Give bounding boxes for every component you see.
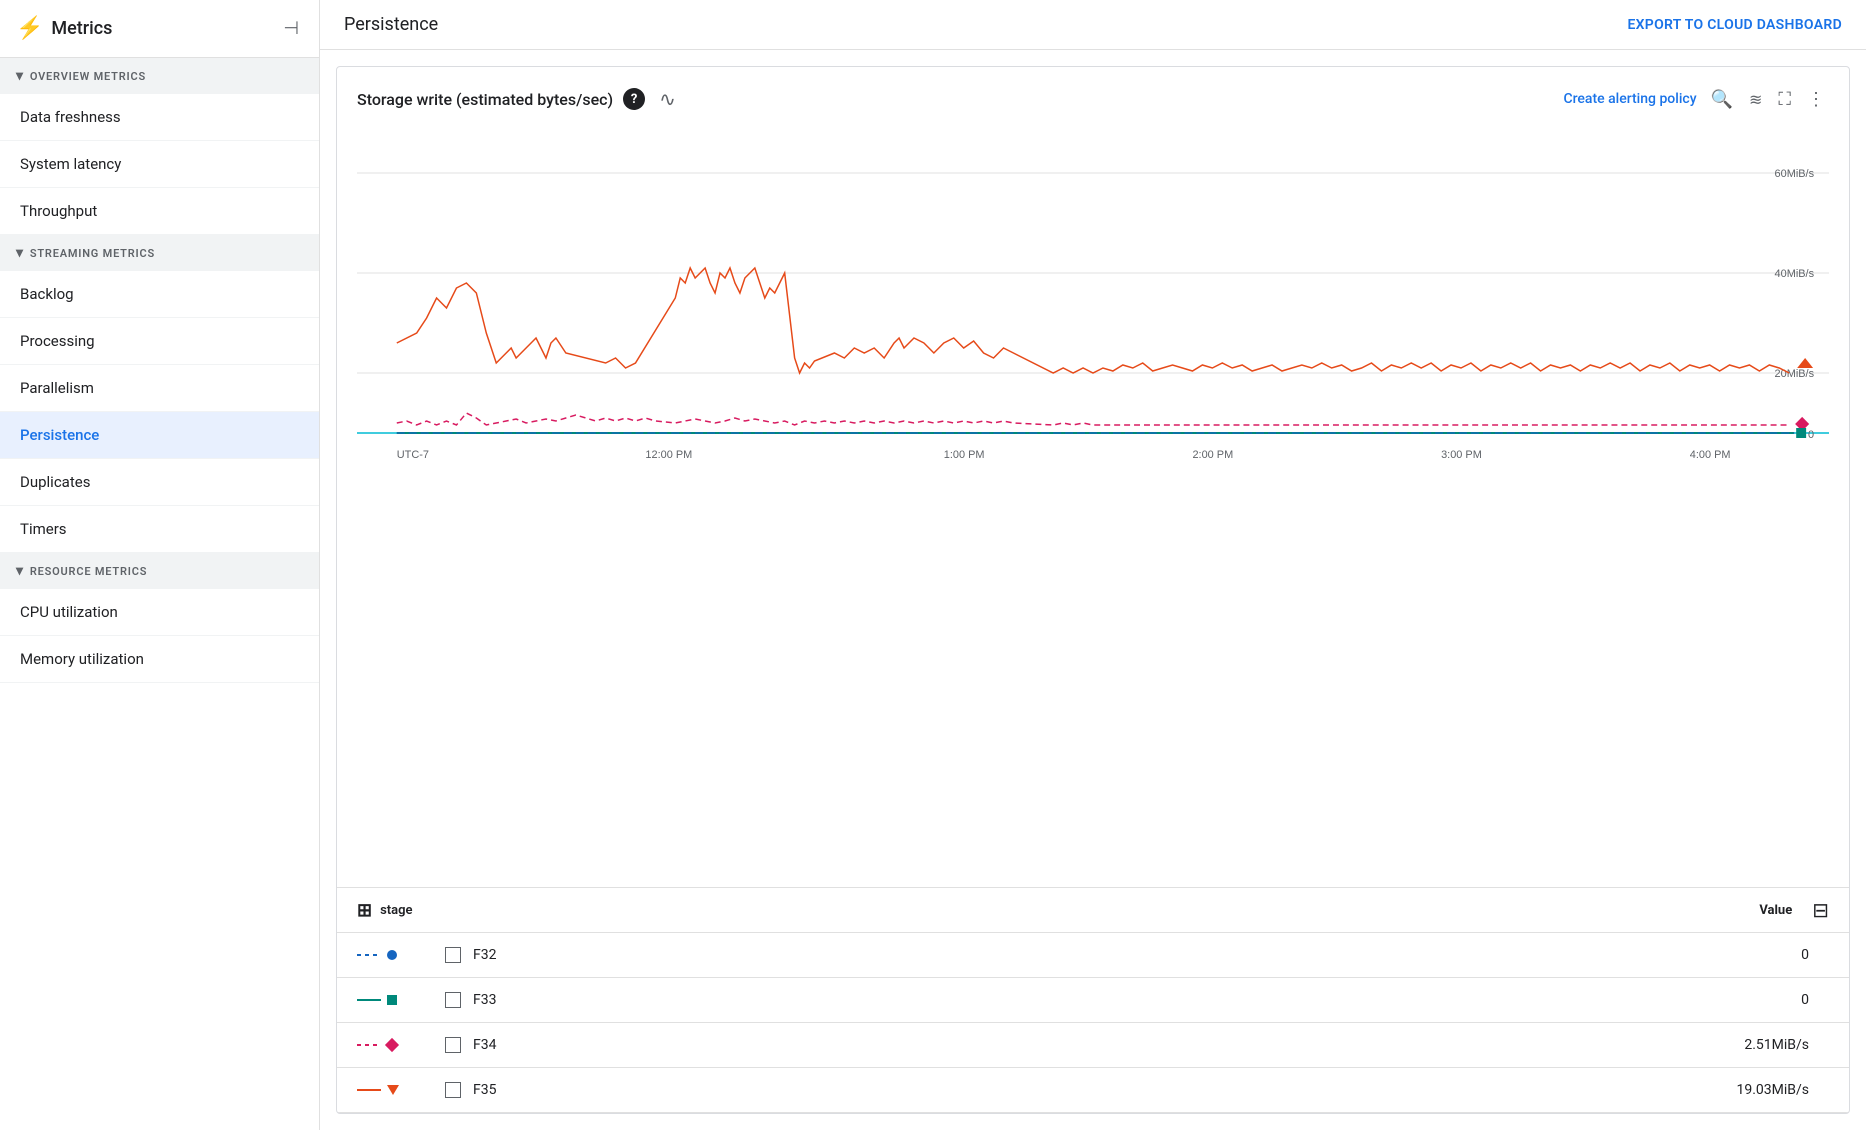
f33-checkbox[interactable] xyxy=(445,992,461,1008)
sidebar-item-system-latency[interactable]: System latency xyxy=(0,141,319,188)
app-logo: ⚡ Metrics xyxy=(16,16,112,41)
svg-text:1:00 PM: 1:00 PM xyxy=(944,449,985,461)
section-streaming[interactable]: ▾ STREAMING METRICS xyxy=(0,235,319,271)
f32-dot xyxy=(387,950,397,960)
sidebar-item-memory-utilization[interactable]: Memory utilization xyxy=(0,636,319,683)
create-alert-button[interactable]: Create alerting policy xyxy=(1563,91,1696,107)
top-bar: Persistence EXPORT TO CLOUD DASHBOARD xyxy=(320,0,1866,50)
logo-icon: ⚡ xyxy=(16,16,43,41)
svg-text:12:00 PM: 12:00 PM xyxy=(645,449,692,461)
main-scroll: Storage write (estimated bytes/sec) ? ∿ … xyxy=(320,50,1866,1130)
section-overview[interactable]: ▾ OVERVIEW METRICS xyxy=(0,58,319,94)
sidebar-item-timers[interactable]: Timers xyxy=(0,506,319,553)
svg-text:4:00 PM: 4:00 PM xyxy=(1690,449,1731,461)
legend-row-f35: F35 19.03MiB/s xyxy=(337,1068,1849,1113)
chart-card: Storage write (estimated bytes/sec) ? ∿ … xyxy=(336,66,1850,1114)
sidebar-item-backlog[interactable]: Backlog xyxy=(0,271,319,318)
search-icon[interactable]: 🔍 xyxy=(1707,85,1737,114)
sidebar-item-throughput[interactable]: Throughput xyxy=(0,188,319,235)
f33-dot xyxy=(387,995,397,1005)
f35-line xyxy=(357,1089,381,1091)
sidebar-item-persistence[interactable]: Persistence xyxy=(0,412,319,459)
f32-checkbox[interactable] xyxy=(445,947,461,963)
chevron-down-icon: ▾ xyxy=(16,68,24,84)
sidebar-item-duplicates[interactable]: Duplicates xyxy=(0,459,319,506)
f33-name: F33 xyxy=(473,992,1801,1008)
svg-text:UTC-7: UTC-7 xyxy=(397,449,429,461)
section-resource[interactable]: ▾ RESOURCE METRICS xyxy=(0,553,319,589)
svg-text:60MiB/s: 60MiB/s xyxy=(1775,168,1815,180)
f33-line xyxy=(357,999,381,1001)
value-label: Value xyxy=(1759,903,1792,918)
collapse-button[interactable]: ⊣ xyxy=(279,14,303,43)
sidebar-item-cpu-utilization[interactable]: CPU utilization xyxy=(0,589,319,636)
sidebar: ⚡ Metrics ⊣ ▾ OVERVIEW METRICS Data fres… xyxy=(0,0,320,1130)
stage-label: stage xyxy=(380,903,412,918)
app-name: Metrics xyxy=(51,18,112,39)
svg-text:3:00 PM: 3:00 PM xyxy=(1441,449,1482,461)
legend-table-header: ⊞ stage Value ⊟ xyxy=(337,888,1849,933)
chart-toolbar: 🔍 ≋ ⛶ ⋮ xyxy=(1707,85,1829,114)
f34-indicator xyxy=(357,1040,437,1050)
chart-title: Storage write (estimated bytes/sec) xyxy=(357,90,613,109)
f32-value: 0 xyxy=(1801,947,1809,963)
sidebar-header: ⚡ Metrics ⊣ xyxy=(0,0,319,58)
f33-value: 0 xyxy=(1801,992,1809,1008)
svg-text:40MiB/s: 40MiB/s xyxy=(1775,268,1815,280)
f34-checkbox[interactable] xyxy=(445,1037,461,1053)
fullscreen-icon[interactable]: ⛶ xyxy=(1774,85,1795,114)
f34-diamond xyxy=(385,1038,399,1052)
f35-indicator xyxy=(357,1085,437,1095)
filter-icon[interactable]: ≋ xyxy=(1745,86,1766,113)
legend-row-f34: F34 2.51MiB/s xyxy=(337,1023,1849,1068)
chart-area: 60MiB/s 40MiB/s 20MiB/s 0 xyxy=(337,123,1849,883)
export-button[interactable]: EXPORT TO CLOUD DASHBOARD xyxy=(1627,17,1842,33)
chart-header: Storage write (estimated bytes/sec) ? ∿ … xyxy=(337,67,1849,123)
main-content: Persistence EXPORT TO CLOUD DASHBOARD St… xyxy=(320,0,1866,1130)
f32-name: F32 xyxy=(473,947,1801,963)
sidebar-item-processing[interactable]: Processing xyxy=(0,318,319,365)
f34-name: F34 xyxy=(473,1037,1744,1053)
section-overview-label: OVERVIEW METRICS xyxy=(30,70,146,83)
f35-value: 19.03MiB/s xyxy=(1736,1082,1809,1098)
f34-value: 2.51MiB/s xyxy=(1744,1037,1809,1053)
svg-text:0: 0 xyxy=(1808,429,1814,441)
legend-table: ⊞ stage Value ⊟ F32 0 xyxy=(337,887,1849,1113)
legend-row-f33: F33 0 xyxy=(337,978,1849,1023)
more-options-icon[interactable]: ⋮ xyxy=(1803,85,1829,114)
sidebar-item-parallelism[interactable]: Parallelism xyxy=(0,365,319,412)
f32-indicator xyxy=(357,950,437,960)
f35-triangle xyxy=(387,1085,399,1095)
section-streaming-label: STREAMING METRICS xyxy=(30,247,155,260)
help-icon[interactable]: ? xyxy=(623,88,645,110)
legend-row-f32: F32 0 xyxy=(337,933,1849,978)
grid-icon: ⊞ xyxy=(357,900,372,921)
chart-svg: 60MiB/s 40MiB/s 20MiB/s 0 xyxy=(357,123,1829,463)
legend-stage-column: ⊞ stage xyxy=(357,900,1759,921)
f35-checkbox[interactable] xyxy=(445,1082,461,1098)
columns-icon[interactable]: ⊟ xyxy=(1812,898,1829,922)
sidebar-item-data-freshness[interactable]: Data freshness xyxy=(0,94,319,141)
f32-line xyxy=(357,954,381,956)
f34-line xyxy=(357,1044,381,1046)
chart-trend-icon[interactable]: ∿ xyxy=(655,83,680,115)
chevron-down-icon: ▾ xyxy=(16,563,24,579)
svg-text:2:00 PM: 2:00 PM xyxy=(1192,449,1233,461)
f35-name: F35 xyxy=(473,1082,1736,1098)
f33-indicator xyxy=(357,995,437,1005)
chevron-down-icon: ▾ xyxy=(16,245,24,261)
section-resource-label: RESOURCE METRICS xyxy=(30,565,147,578)
svg-text:20MiB/s: 20MiB/s xyxy=(1775,368,1815,380)
page-title: Persistence xyxy=(344,14,438,35)
